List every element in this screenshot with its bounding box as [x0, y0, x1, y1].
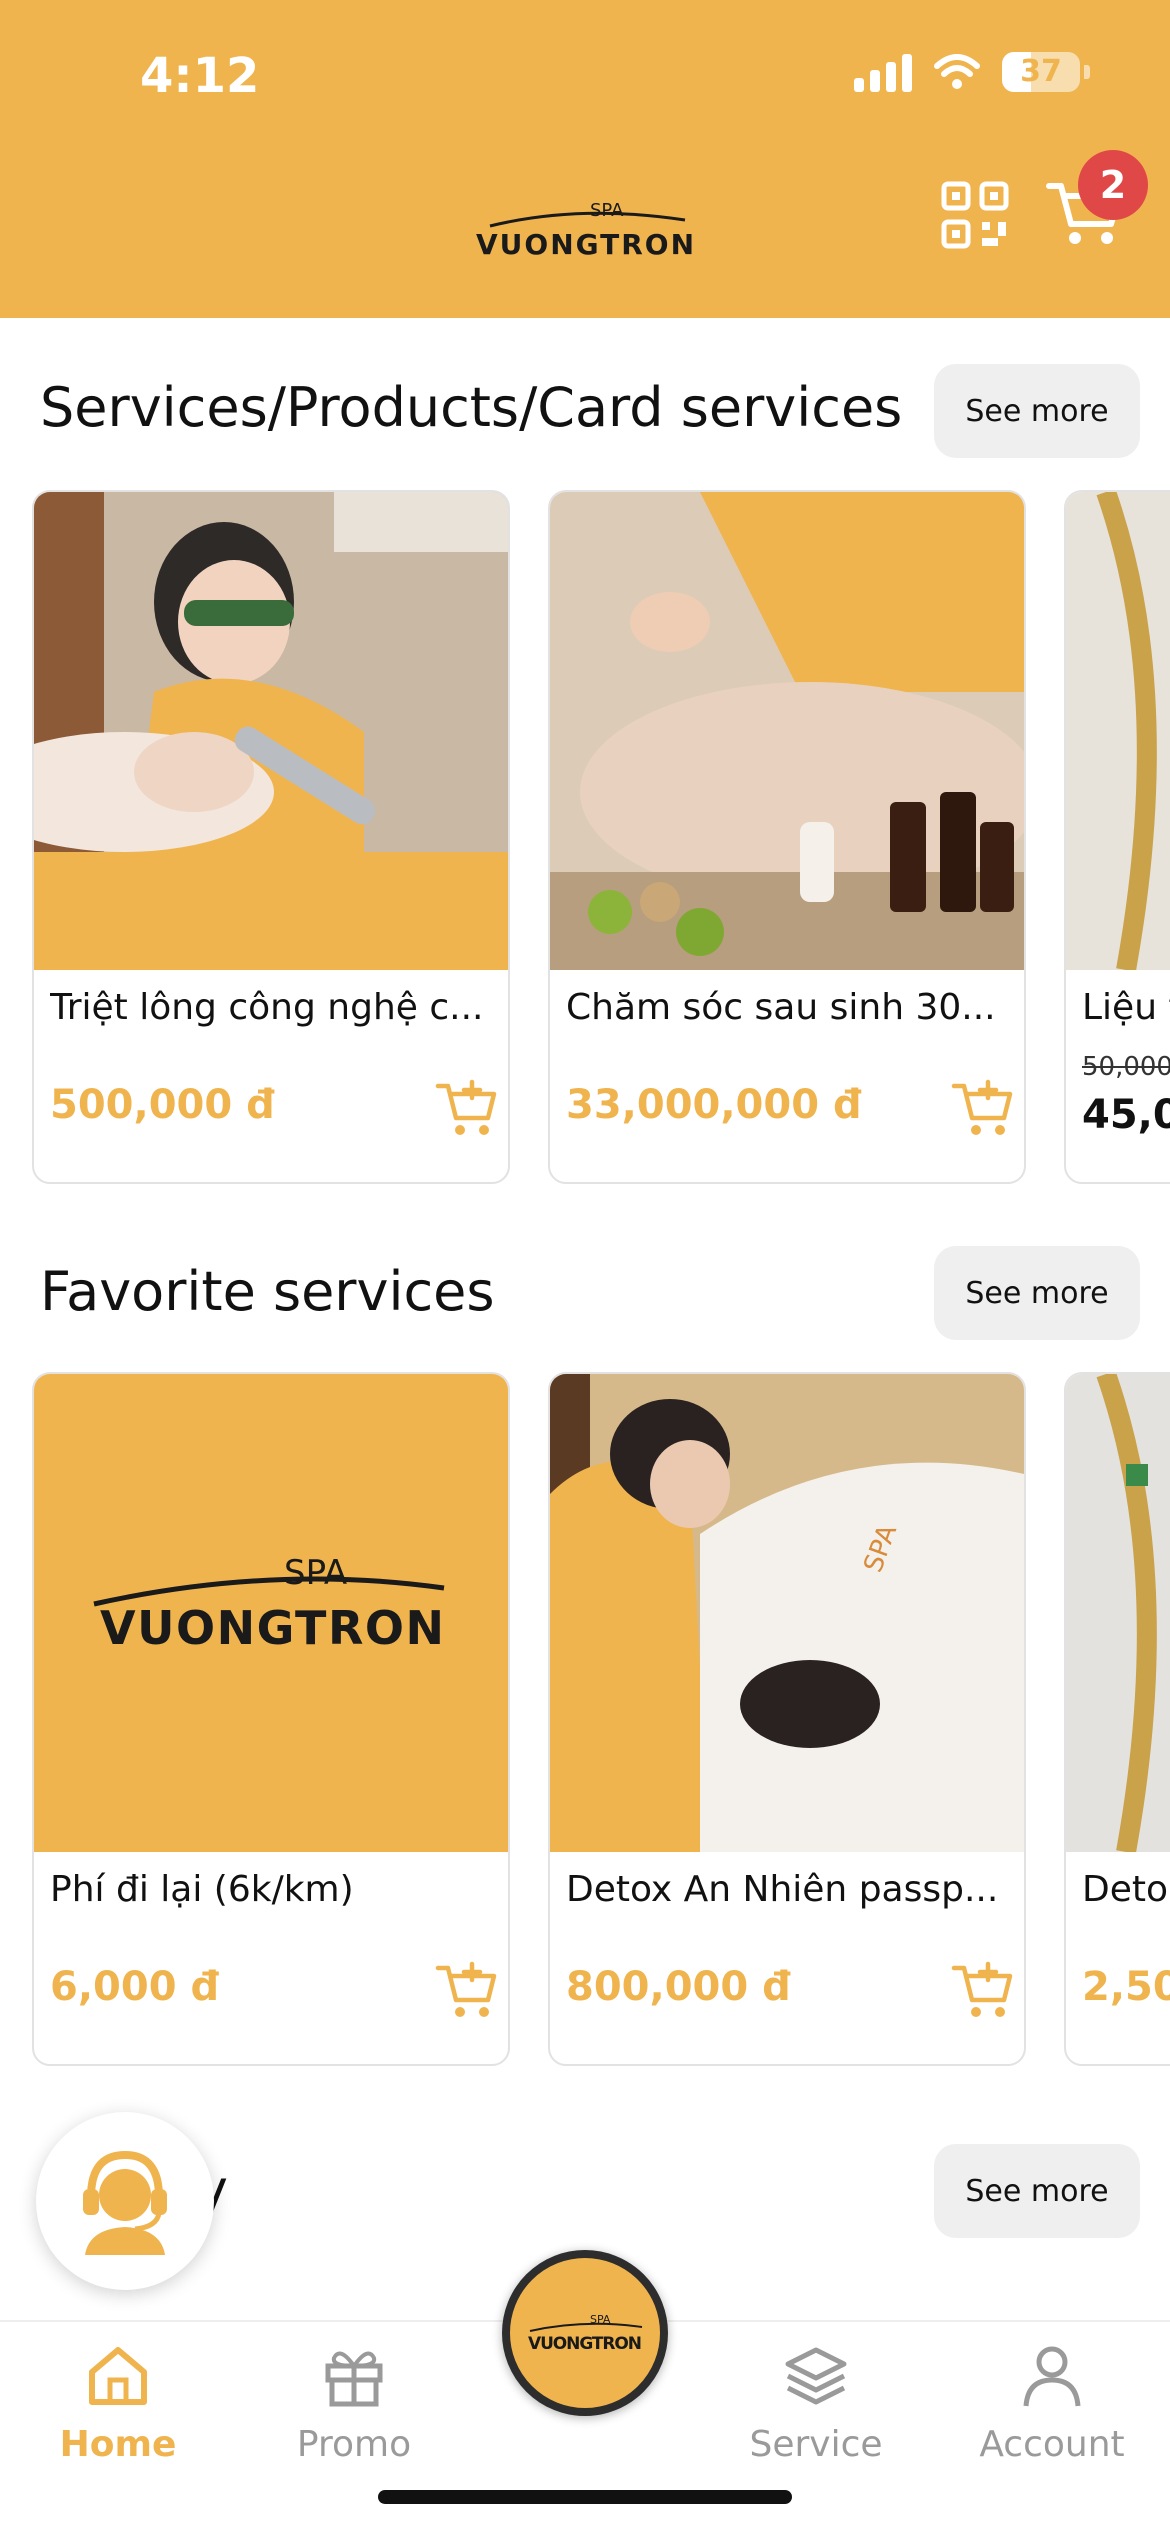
product-card[interactable]: Liệu t 50,000 45,0 — [1064, 490, 1170, 1184]
product-name: Triệt lông công nghệ c... — [50, 987, 484, 1028]
product-image: SPA — [550, 1374, 1024, 1852]
product-old-price: 50,000 — [1082, 1052, 1170, 1082]
center-logo-button[interactable]: SPA VUONGTRON — [502, 2250, 668, 2416]
add-to-cart-button[interactable] — [434, 1076, 498, 1140]
svg-text:VUONGTRON: VUONGTRON — [528, 2334, 642, 2354]
product-price: 33,000,000 đ — [566, 1082, 862, 1128]
nav-promo[interactable]: Promo — [254, 2328, 454, 2478]
user-icon — [1023, 2346, 1081, 2407]
cart-count-badge: 2 — [1078, 150, 1148, 220]
section-title-favorite: Favorite services — [40, 1260, 495, 1323]
product-card[interactable]: Deto 2,50 — [1064, 1372, 1170, 2066]
product-image: SPA VUONGTRON — [34, 1374, 508, 1852]
product-name: Phí đi lại (6k/km) — [50, 1869, 354, 1910]
svg-text:SPA: SPA — [590, 200, 624, 221]
add-to-cart-icon — [951, 1079, 1013, 1135]
see-more-third-button[interactable]: See more — [934, 2144, 1140, 2238]
product-image — [1066, 492, 1170, 970]
layers-icon — [785, 2347, 847, 2405]
services-carousel[interactable]: Triệt lông công nghệ c... 500,000 đ Chăm… — [0, 490, 1170, 1190]
product-name: Liệu t — [1082, 987, 1170, 1028]
qr-code-button[interactable] — [940, 180, 1010, 250]
product-image — [550, 492, 1024, 970]
product-price: 45,0 — [1082, 1092, 1170, 1138]
support-button[interactable] — [36, 2112, 214, 2290]
gift-icon — [325, 2351, 383, 2407]
status-icons: 37 — [854, 52, 1090, 92]
product-price: 800,000 đ — [566, 1964, 791, 2010]
nav-home[interactable]: Home — [18, 2328, 218, 2478]
see-more-favorite-button[interactable]: See more — [934, 1246, 1140, 1340]
spa-logo: SPA VUONGTRON — [470, 196, 700, 266]
headset-support-icon — [83, 2150, 167, 2255]
product-card[interactable]: Chăm sóc sau sinh 30... 33,000,000 đ — [548, 490, 1026, 1184]
add-to-cart-button[interactable] — [950, 1958, 1014, 2022]
nav-service-label: Service — [749, 2424, 883, 2465]
product-card[interactable]: Triệt lông công nghệ c... 500,000 đ — [32, 490, 510, 1184]
battery-tip — [1084, 65, 1090, 79]
add-to-cart-button[interactable] — [950, 1076, 1014, 1140]
product-price: 6,000 đ — [50, 1964, 220, 2010]
battery-icon: 37 — [1002, 52, 1080, 92]
app-header: 4:12 37 SPA VUONGTRON 2 — [0, 0, 1170, 318]
home-icon — [89, 2347, 147, 2405]
qr-code-icon — [941, 181, 1009, 249]
svg-text:VUONGTRON: VUONGTRON — [476, 228, 694, 261]
add-to-cart-icon — [435, 1961, 497, 2017]
product-price: 2,50 — [1082, 1964, 1170, 2010]
battery-level: 37 — [1020, 54, 1062, 89]
add-to-cart-icon — [951, 1961, 1013, 2017]
see-more-services-button[interactable]: See more — [934, 364, 1140, 458]
product-name: Chăm sóc sau sinh 30... — [566, 987, 996, 1028]
wifi-icon — [934, 54, 980, 89]
nav-service[interactable]: Service — [716, 2328, 916, 2478]
add-to-cart-icon — [435, 1079, 497, 1135]
product-image — [34, 492, 508, 970]
favorite-carousel[interactable]: SPA VUONGTRON Phí đi lại (6k/km) 6,000 đ — [0, 1372, 1170, 2072]
svg-text:SPA: SPA — [590, 2313, 611, 2326]
nav-home-label: Home — [59, 2424, 177, 2465]
product-image — [1066, 1374, 1170, 1852]
product-card[interactable]: SPA Detox An Nhiên passp... 800,000 đ — [548, 1372, 1026, 2066]
product-name: Deto — [1082, 1869, 1169, 1910]
product-card[interactable]: SPA VUONGTRON Phí đi lại (6k/km) 6,000 đ — [32, 1372, 510, 2066]
nav-account-label: Account — [979, 2424, 1125, 2465]
nav-account[interactable]: Account — [952, 2328, 1152, 2478]
home-indicator — [378, 2490, 792, 2504]
product-price: 500,000 đ — [50, 1082, 275, 1128]
nav-promo-label: Promo — [296, 2424, 412, 2465]
section-title-services: Services/Products/Card services — [40, 376, 903, 439]
status-time: 4:12 — [140, 48, 260, 104]
spa-logo-icon: SPA VUONGTRON — [528, 2313, 643, 2354]
add-to-cart-button[interactable] — [434, 1958, 498, 2022]
svg-text:SPA: SPA — [284, 1553, 347, 1593]
svg-text:VUONGTRON: VUONGTRON — [100, 1601, 444, 1655]
cellular-signal-icon — [854, 52, 912, 92]
product-name: Detox An Nhiên passp... — [566, 1869, 999, 1910]
